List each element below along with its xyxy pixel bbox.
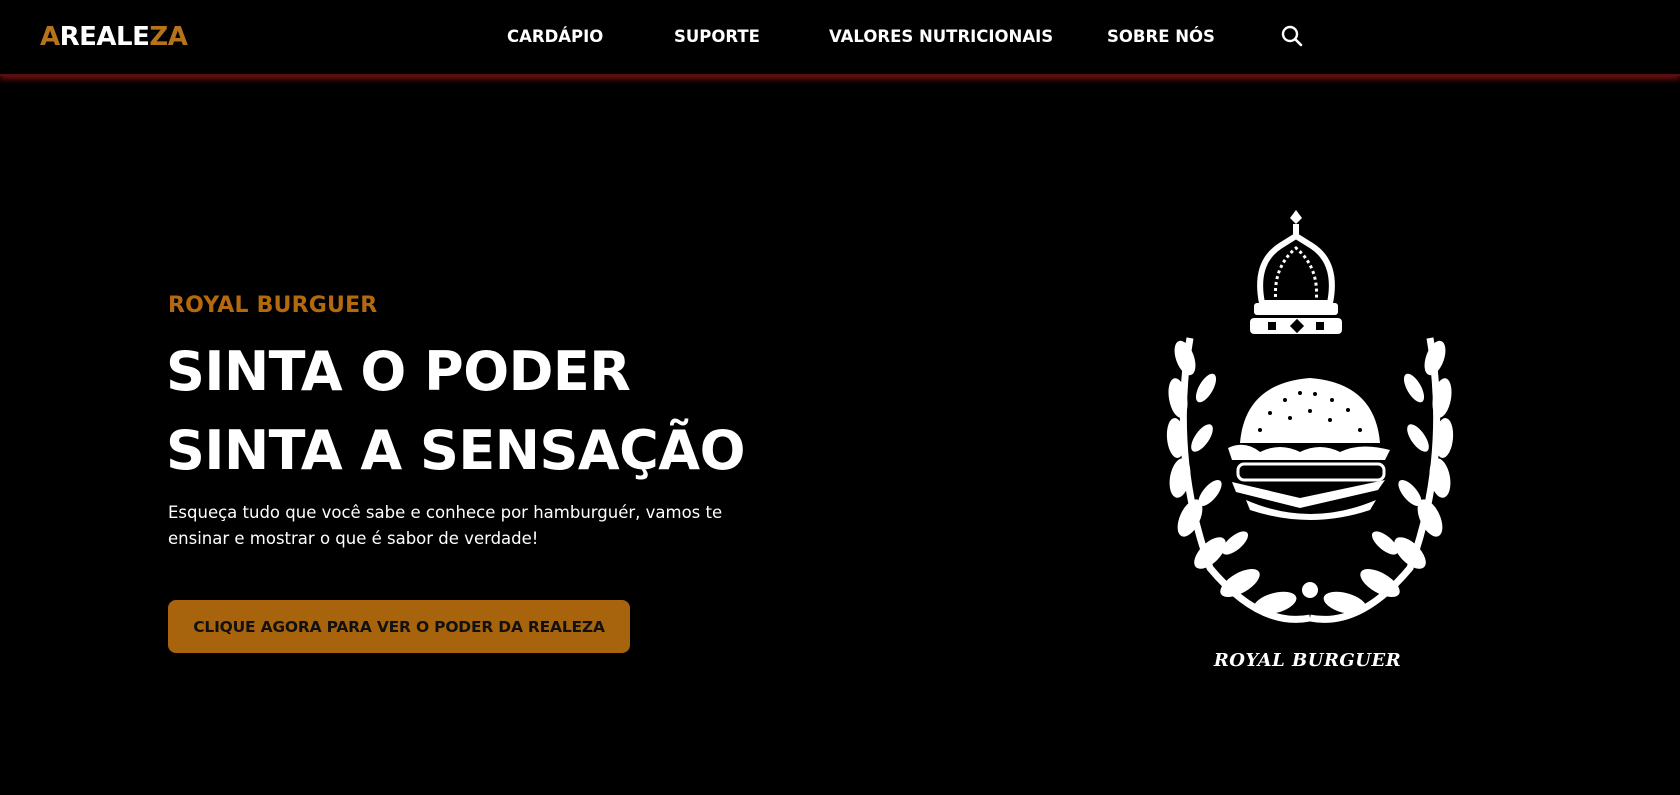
brand-logo[interactable]: AREALEZA <box>40 20 188 54</box>
royal-burger-emblem-icon <box>1166 208 1454 628</box>
hero-headline-line1: SINTA O PODER <box>166 340 631 403</box>
nav-item-valores-nutricionais[interactable]: VALORES NUTRICIONAIS <box>829 26 1053 48</box>
cta-button[interactable]: CLIQUE AGORA PARA VER O PODER DA REALEZA <box>168 600 630 653</box>
hero-headline-line2: SINTA A SENSAÇÃO <box>166 419 746 482</box>
logo-reale: REALE <box>59 22 150 52</box>
search-icon[interactable] <box>1281 25 1303 47</box>
navbar: AREALEZA CARDÁPIO SUPORTE VALORES NUTRIC… <box>0 0 1680 76</box>
logo-za: ZA <box>149 22 188 52</box>
emblem-caption: ROYAL BURGUER <box>1213 650 1402 671</box>
hero-eyebrow: ROYAL BURGUER <box>168 293 378 318</box>
logo-letter-a: A <box>40 22 60 52</box>
nav-item-cardapio[interactable]: CARDÁPIO <box>507 26 603 48</box>
nav-item-sobre-nos[interactable]: SOBRE NÓS <box>1107 26 1215 48</box>
nav-item-suporte[interactable]: SUPORTE <box>674 26 760 48</box>
hero-description: Esqueça tudo que você sabe e conhece por… <box>168 503 723 548</box>
